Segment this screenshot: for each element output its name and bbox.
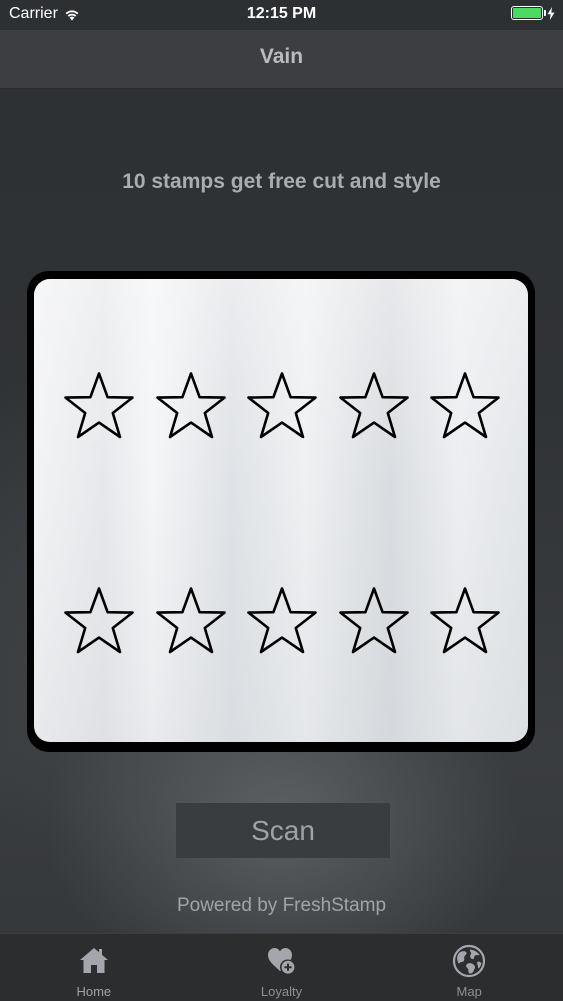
tab-home[interactable]: Home [0, 934, 188, 1001]
star-empty-icon [430, 372, 500, 439]
promo-text: 10 stamps get free cut and style [122, 170, 441, 193]
star-empty-icon [338, 587, 409, 654]
star-empty-icon [338, 372, 409, 439]
globe-icon [453, 944, 486, 978]
navigation-bar: Vain [0, 30, 563, 89]
stamp-row-1 [34, 370, 528, 440]
tab-bar: Home Loyalty Map [0, 933, 563, 1001]
scan-button[interactable]: Scan [176, 803, 390, 858]
charging-bolt-icon [547, 6, 555, 20]
stamp-card-face [34, 279, 528, 742]
status-bar: Carrier 12:15 PM [0, 0, 563, 30]
battery-icon [511, 6, 546, 20]
tab-map[interactable]: Map [375, 934, 563, 1001]
star-empty-icon [430, 587, 500, 654]
page-title: Vain [259, 45, 304, 68]
star-empty-icon [155, 372, 226, 439]
battery-level-fill [513, 8, 541, 18]
star-empty-icon [247, 372, 317, 439]
app-screen: Carrier 12:15 PM Vain 10 stamps get free… [0, 0, 563, 1001]
battery-indicator [511, 6, 555, 20]
tab-loyalty[interactable]: Loyalty [188, 934, 376, 1001]
star-empty-icon [64, 587, 134, 654]
tab-loyalty-label: Loyalty [260, 984, 303, 999]
heart-plus-icon [267, 948, 294, 974]
tab-home-label: Home [76, 984, 112, 999]
star-empty-icon [247, 587, 317, 654]
powered-by-text: Powered by FreshStamp [176, 895, 387, 916]
status-time: 12:15 PM [246, 5, 317, 22]
stamp-row-2 [34, 585, 528, 655]
star-empty-icon [64, 372, 134, 439]
tab-map-label: Map [456, 984, 482, 999]
star-empty-icon [155, 587, 226, 654]
stamp-card [27, 271, 535, 752]
home-icon [79, 948, 108, 973]
